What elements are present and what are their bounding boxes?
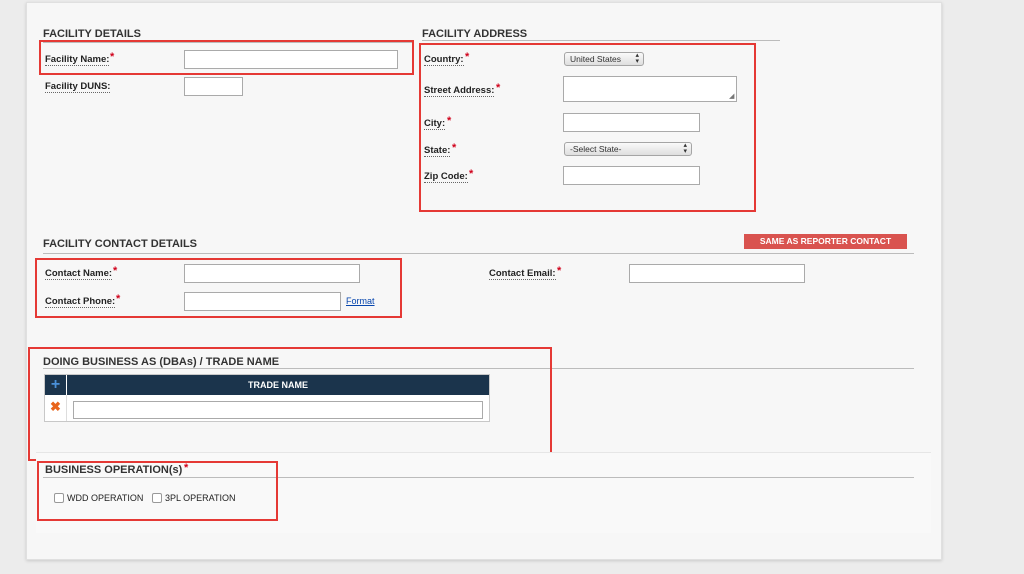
contact-details-title: FACILITY CONTACT DETAILS [43, 238, 197, 250]
facility-address-divider [422, 40, 780, 41]
highlight-box-dba [28, 347, 552, 461]
highlight-box-address [419, 43, 756, 212]
highlight-box-facility-name [39, 40, 414, 75]
contact-email-label: Contact Email: [489, 268, 556, 280]
facility-details-title: FACILITY DETAILS [43, 28, 141, 40]
highlight-box-contact [35, 258, 402, 318]
facility-duns-label: Facility DUNS: [45, 81, 111, 93]
highlight-box-operations [37, 461, 278, 521]
facility-address-title: FACILITY ADDRESS [422, 28, 528, 40]
contact-email-input[interactable] [629, 264, 805, 283]
same-as-reporter-contact-button[interactable]: SAME AS REPORTER CONTACT [744, 234, 907, 249]
required-marker: * [557, 265, 562, 277]
contact-details-divider [43, 253, 914, 254]
facility-duns-input[interactable] [184, 77, 243, 96]
